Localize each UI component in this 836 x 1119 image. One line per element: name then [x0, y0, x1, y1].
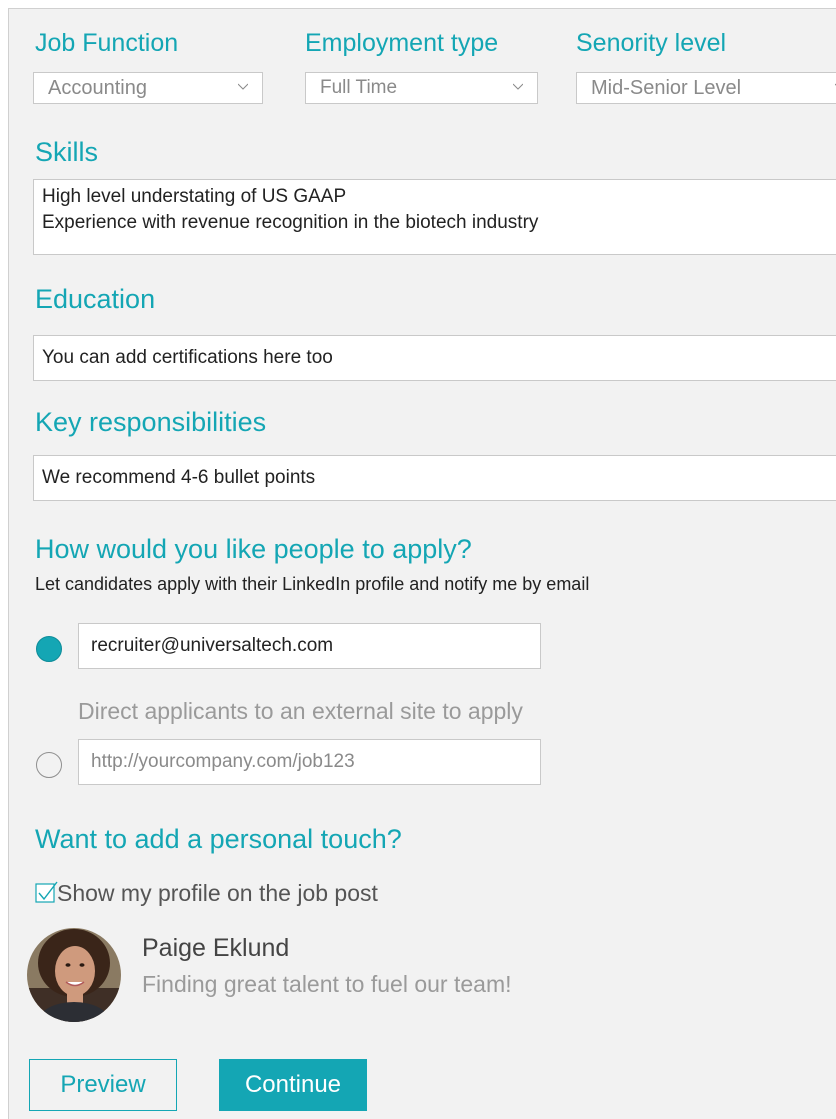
apply-subtitle: Let candidates apply with their LinkedIn… [35, 574, 590, 594]
recruiter-name: Paige Eklund [142, 934, 290, 962]
avatar [27, 928, 121, 1022]
personal-touch-title: Want to add a personal touch? [35, 824, 402, 854]
job-post-form: Job Function Employment type Senority le… [8, 8, 836, 1119]
show-profile-checkbox[interactable] [35, 881, 58, 903]
seniority-level-label: Senority level [576, 29, 727, 57]
external-apply-label: Direct applicants to an external site to… [78, 698, 523, 724]
employment-type-label: Employment type [305, 29, 499, 57]
seniority-level-value: Mid-Senior Level [591, 76, 742, 99]
preview-button[interactable]: Preview [29, 1059, 177, 1111]
skills-textarea[interactable]: High level understating of US GAAP Exper… [33, 179, 836, 255]
show-profile-label: Show my profile on the job post [57, 880, 378, 906]
job-function-select[interactable]: Accounting [33, 72, 263, 104]
employment-type-select[interactable]: Full Time [305, 72, 538, 104]
responsibilities-placeholder: We recommend 4-6 bullet points [42, 467, 316, 488]
recruiter-tagline: Finding great talent to fuel our team! [142, 971, 512, 997]
skills-label: Skills [35, 137, 99, 167]
education-input[interactable]: You can add certifications here too [33, 335, 836, 381]
email-value: recruiter@universaltech.com [91, 635, 334, 656]
checkbox-checked-icon [35, 881, 58, 903]
external-url-placeholder: http://yourcompany.com/job123 [91, 751, 355, 772]
email-field[interactable]: recruiter@universaltech.com [78, 623, 541, 669]
job-function-label: Job Function [35, 29, 179, 57]
education-placeholder: You can add certifications here too [42, 347, 333, 368]
skills-line: Experience with revenue recognition in t… [42, 212, 539, 233]
seniority-level-select[interactable]: Mid-Senior Level [576, 72, 836, 104]
profile-photo [27, 928, 121, 1022]
apply-title: How would you like people to apply? [35, 534, 472, 564]
radio-external-apply[interactable] [36, 752, 62, 778]
responsibilities-input[interactable]: We recommend 4-6 bullet points [33, 455, 836, 501]
employment-type-value: Full Time [320, 77, 398, 98]
continue-button[interactable]: Continue [219, 1059, 367, 1111]
job-function-value: Accounting [48, 76, 147, 99]
radio-email-apply[interactable] [36, 636, 62, 662]
chevron-down-icon [238, 83, 248, 90]
external-url-field[interactable]: http://yourcompany.com/job123 [78, 739, 541, 785]
education-label: Education [35, 284, 156, 314]
skills-line: High level understating of US GAAP [42, 186, 347, 207]
chevron-down-icon [513, 83, 523, 90]
responsibilities-label: Key responsibilities [35, 407, 267, 437]
